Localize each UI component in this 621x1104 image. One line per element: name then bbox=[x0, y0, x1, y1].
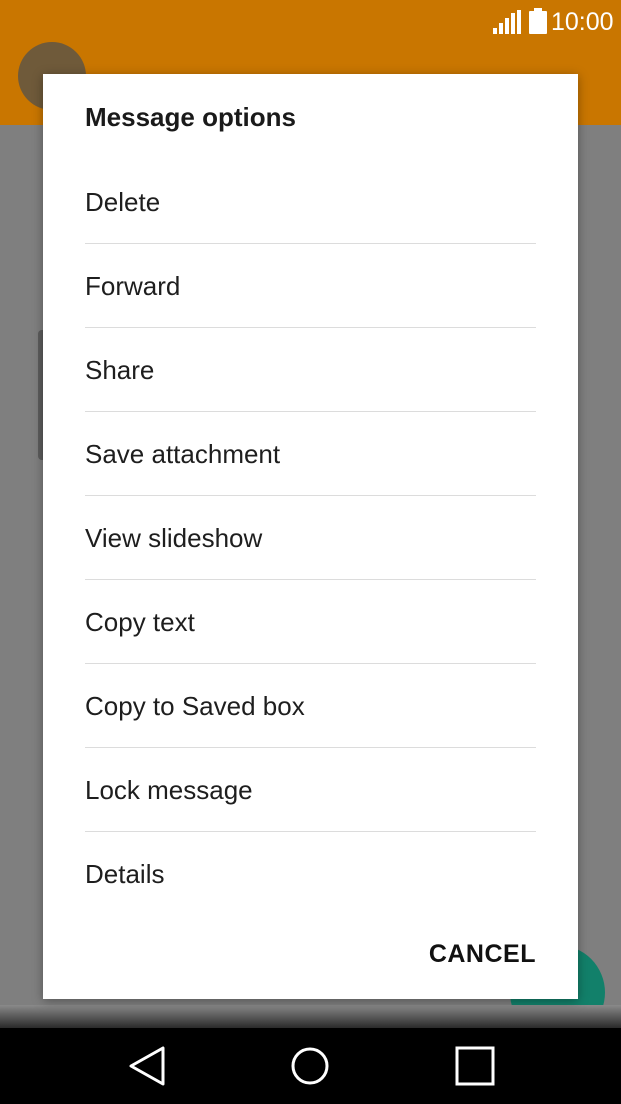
option-delete[interactable]: Delete bbox=[85, 160, 536, 244]
option-label: Copy to Saved box bbox=[85, 691, 305, 721]
cancel-button[interactable]: CANCEL bbox=[429, 940, 536, 969]
option-details[interactable]: Details bbox=[85, 832, 536, 915]
back-icon[interactable] bbox=[125, 1044, 169, 1088]
option-copy-text[interactable]: Copy text bbox=[85, 580, 536, 664]
option-label: Forward bbox=[85, 271, 181, 301]
navigation-bar bbox=[0, 1028, 621, 1104]
option-label: Delete bbox=[85, 187, 161, 217]
status-bar: 10:00 bbox=[0, 0, 621, 44]
option-copy-to-saved-box[interactable]: Copy to Saved box bbox=[85, 664, 536, 748]
option-lock-message[interactable]: Lock message bbox=[85, 748, 536, 832]
option-view-slideshow[interactable]: View slideshow bbox=[85, 496, 536, 580]
option-label: Details bbox=[85, 859, 165, 889]
recents-icon[interactable] bbox=[453, 1044, 497, 1088]
battery-icon bbox=[529, 8, 547, 34]
message-options-dialog: Message options Delete Forward Share Sav… bbox=[43, 74, 578, 999]
option-save-attachment[interactable]: Save attachment bbox=[85, 412, 536, 496]
option-label: Copy text bbox=[85, 607, 195, 637]
status-time: 10:00 bbox=[551, 8, 614, 36]
option-label: Share bbox=[85, 355, 155, 385]
signal-icon bbox=[493, 10, 521, 34]
option-list: Delete Forward Share Save attachment Vie… bbox=[85, 160, 536, 915]
option-label: View slideshow bbox=[85, 523, 263, 553]
option-forward[interactable]: Forward bbox=[85, 244, 536, 328]
option-label: Save attachment bbox=[85, 439, 281, 469]
home-icon[interactable] bbox=[288, 1044, 332, 1088]
background-bottom-shadow bbox=[0, 1005, 621, 1028]
option-share[interactable]: Share bbox=[85, 328, 536, 412]
dialog-title: Message options bbox=[85, 102, 296, 132]
option-label: Lock message bbox=[85, 775, 253, 805]
